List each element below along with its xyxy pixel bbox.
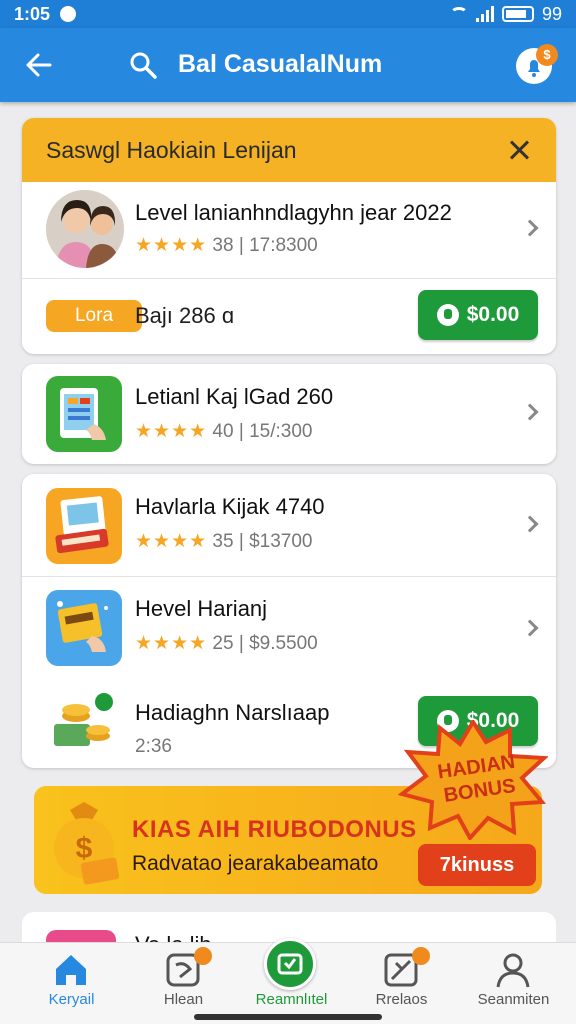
item-title: Havlarla Kijak 4740 (135, 494, 325, 519)
chevron-right-icon[interactable] (521, 403, 539, 421)
chevron-right-icon[interactable] (521, 219, 539, 237)
money-bag-icon: $ (54, 802, 120, 885)
signal-icon (475, 6, 494, 22)
nav-rewards[interactable]: Rrelaos (344, 943, 459, 1024)
battery-level: 99 (541, 3, 562, 24)
chevron-right-icon[interactable] (521, 619, 539, 637)
wifi-icon (449, 7, 468, 21)
coins-app-icon (46, 686, 122, 762)
rating-stars-icon: ★★★★ (135, 235, 208, 256)
avatar (46, 190, 124, 268)
item-meta: ★★★★ 40 | 15/:300 (135, 421, 313, 442)
app-title: Bal CasualalNum (178, 50, 383, 78)
item-sub: 2:36 (135, 736, 172, 757)
status-bar: 1:05 99 (0, 0, 576, 28)
list-item[interactable]: Havlarla Kijak 4740 ★★★★ 35 | $13700 (22, 474, 556, 576)
item-meta: ★★★★ 38 | 17:8300 (135, 235, 318, 256)
rating-stars-icon: ★★★★ (135, 633, 208, 654)
list-item[interactable]: Hevel Harianj ★★★★ 25 | $9.5500 (22, 576, 556, 680)
featured-card: Saswgl Haokiain Lenijan Level lanianhndl… (22, 118, 556, 354)
rating-stars-icon: ★★★★ (135, 421, 208, 442)
chevron-right-icon[interactable] (521, 515, 539, 533)
app-bar: Bal CasualalNum $ (0, 28, 576, 102)
battery-icon (501, 6, 534, 22)
nav-learn[interactable]: Hlean (126, 943, 241, 1024)
featured-card-header: Saswgl Haokiain Lenijan (22, 118, 556, 182)
item-title: Letianl Kaj lGad 260 (135, 384, 334, 409)
item-title: Hevel Harianj (135, 596, 268, 621)
tablet-app-icon (46, 376, 122, 452)
notification-dot-icon (60, 6, 77, 22)
notification-badge (194, 947, 212, 965)
wallet-icon (277, 953, 303, 975)
item-meta: ★★★★ 35 | $13700 (135, 531, 313, 552)
featured-card-title: Saswgl Haokiain Lenijan (46, 136, 297, 163)
back-arrow-icon[interactable] (24, 50, 54, 80)
voucher-app-icon (46, 590, 122, 666)
promo-row: Lora Bajı 286 ɑ $0.00 (22, 278, 556, 354)
user-icon (496, 953, 530, 988)
item-title: Level lanianhndlagyhn jear 2022 (135, 200, 452, 225)
close-icon[interactable] (506, 137, 532, 163)
nav-home[interactable]: Keryail (14, 943, 129, 1024)
search-icon[interactable] (128, 50, 158, 80)
ticket-app-icon (46, 488, 122, 564)
list-card[interactable]: Letianl Kaj lGad 260 ★★★★ 40 | 15/:300 (22, 364, 556, 464)
bonus-title: KIAS AIH RIUBODONUS (132, 816, 417, 843)
item-title: Hadiaghn Narslıaap (135, 700, 330, 725)
svg-text:$: $ (76, 832, 93, 865)
bonus-subtitle: Radvatao jearakabeamato (132, 852, 379, 875)
promo-text: Bajı 286 ɑ (135, 303, 235, 328)
center-action-button[interactable] (264, 938, 316, 990)
claim-button[interactable]: $0.00 (418, 290, 538, 340)
notification-badge (412, 947, 430, 965)
item-meta: ★★★★ 25 | $9.5500 (135, 633, 318, 654)
rating-stars-icon: ★★★★ (135, 531, 208, 552)
nav-profile[interactable]: Seanmiten (456, 943, 571, 1024)
prize-icon (436, 304, 459, 326)
bonus-button[interactable]: 7kinuss (418, 844, 536, 886)
promo-pill: Lora (46, 300, 142, 332)
notification-badge: $ (536, 44, 558, 66)
list-item[interactable]: Level lanianhndlagyhn jear 2022 ★★★★ 38 … (22, 182, 556, 278)
home-icon (56, 955, 86, 985)
status-time: 1:05 (14, 3, 51, 24)
home-indicator (194, 1014, 382, 1020)
